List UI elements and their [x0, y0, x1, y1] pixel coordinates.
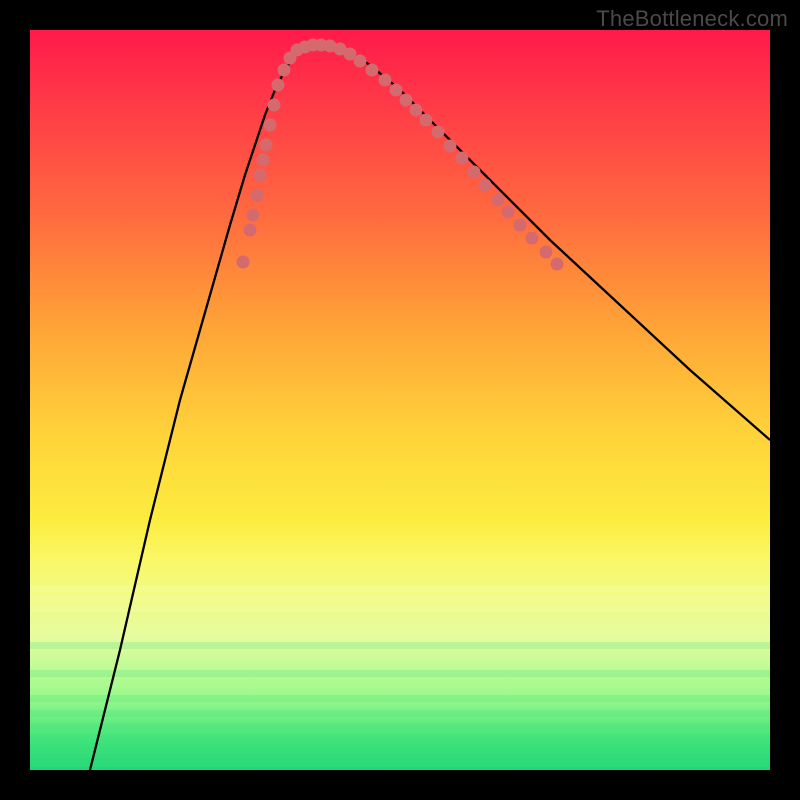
curve-dot [254, 169, 267, 182]
curve-dot [244, 224, 257, 237]
chart-frame: TheBottleneck.com [0, 0, 800, 800]
gradient-band [30, 585, 770, 592]
curve-dot [315, 39, 328, 52]
curve-dot [251, 189, 264, 202]
curve-dot [502, 206, 515, 219]
curve-dot [334, 43, 347, 56]
gradient-band [30, 695, 770, 702]
curve-dot [260, 139, 273, 152]
curve-dot [324, 40, 337, 53]
watermark-text: TheBottleneck.com [596, 6, 788, 32]
curve-dot [514, 219, 527, 232]
gradient-band [30, 744, 770, 751]
curve-dot [344, 48, 357, 61]
curve-dot [299, 41, 312, 54]
gradient-band [30, 595, 770, 602]
curve-dot [268, 99, 281, 112]
curve-dot [540, 246, 553, 259]
gradient-band [30, 710, 770, 717]
curve-dot [479, 179, 492, 192]
curve-dot [551, 258, 564, 271]
gradient-band [30, 734, 770, 741]
gradient-band [30, 723, 770, 730]
curve-dot [366, 64, 379, 77]
curve-dot [307, 39, 320, 52]
curve-dot [492, 194, 505, 207]
curve-dot [354, 55, 367, 68]
curve-dot [278, 64, 291, 77]
curve-dot [456, 152, 469, 165]
curve-dot [257, 154, 270, 167]
gradient-band [30, 670, 770, 677]
curve-dot [237, 256, 250, 269]
curve-dot [264, 119, 277, 132]
gradient-band [30, 605, 770, 612]
curve-dot [379, 74, 392, 87]
curve-dot [400, 94, 413, 107]
curve-dot [468, 166, 481, 179]
curve-dots [237, 39, 564, 271]
curve-layer [30, 30, 770, 770]
curve-dot [247, 209, 260, 222]
curve-dot [526, 232, 539, 245]
curve-dot [291, 44, 304, 57]
curve-dot [432, 126, 445, 139]
curve-dot [444, 140, 457, 153]
curve-dot [410, 104, 423, 117]
plot-area [30, 30, 770, 770]
curve-dot [420, 114, 433, 127]
curve-dot [390, 84, 403, 97]
curve-dot [272, 79, 285, 92]
curve-dot [284, 52, 297, 65]
bottleneck-curve [90, 45, 770, 770]
gradient-band [30, 760, 770, 767]
gradient-band [30, 752, 770, 759]
gradient-band [30, 642, 770, 649]
